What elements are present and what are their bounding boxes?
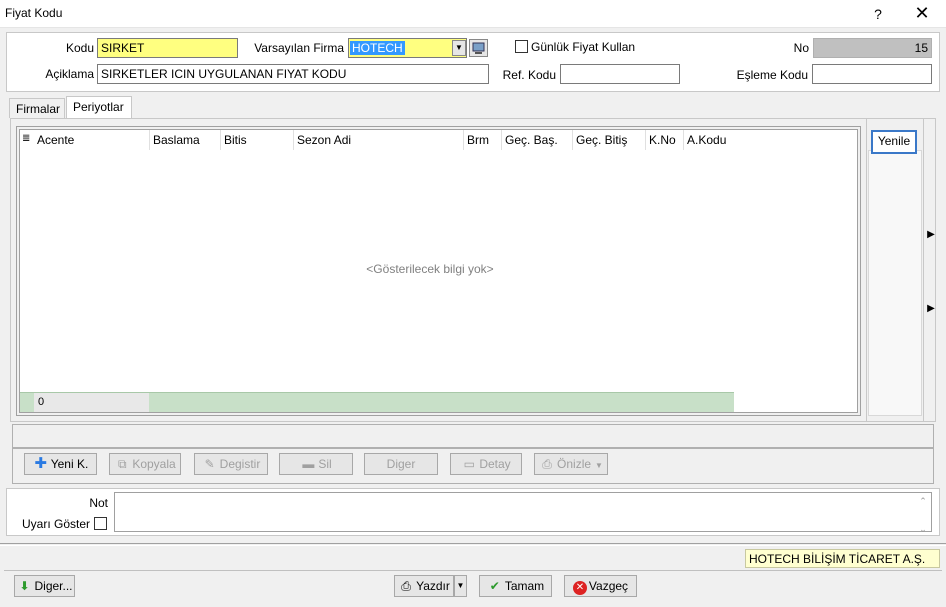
minus-icon: ▬ — [302, 457, 315, 471]
side-panel-inner — [868, 150, 922, 416]
column-header[interactable]: Baslama — [153, 134, 200, 150]
ok-button-label: Tamam — [504, 579, 545, 593]
aciklama-field[interactable]: SIRKETLER ICIN UYGULANAN FIYAT KODU — [97, 64, 489, 84]
kodu-field[interactable]: SIRKET — [97, 38, 238, 58]
column-separator — [501, 130, 502, 150]
column-separator — [149, 130, 150, 150]
varsayilan-firma-label: Varsayılan Firma — [254, 41, 344, 55]
detail-button-label: Detay — [479, 457, 511, 471]
plus-icon: ✚ — [34, 455, 47, 472]
copy-icon: ⧉ — [118, 457, 127, 471]
close-button[interactable]: ✕ — [906, 2, 938, 26]
help-button[interactable]: ? — [866, 2, 890, 26]
no-field: 15 — [813, 38, 932, 58]
aciklama-label: Açiklama — [45, 67, 94, 81]
chevron-right-icon[interactable]: ▶ — [926, 302, 936, 316]
delete-button[interactable]: ▬ Sil — [279, 453, 353, 475]
grid-footer-count: 0 — [34, 393, 149, 412]
other-actions-button[interactable]: Diger — [364, 453, 438, 475]
detail-button[interactable]: ▭ Detay — [450, 453, 522, 475]
edit-button-label: Degistir — [219, 457, 261, 471]
varsayilan-firma-select[interactable]: HOTECH — [348, 38, 467, 58]
column-separator — [293, 130, 294, 150]
edit-button[interactable]: ✎ Degistir — [194, 453, 268, 475]
gunluk-fiyat-checkbox[interactable] — [515, 40, 528, 53]
pencil-icon: ✎ — [204, 457, 215, 471]
column-header[interactable]: Geç. Baş. — [505, 134, 558, 150]
info-strip — [12, 424, 934, 448]
no-label: No — [793, 41, 809, 55]
esleme-kodu-label: Eşleme Kodu — [736, 68, 808, 82]
uyari-label: Uyarı Göster — [21, 517, 90, 531]
column-chooser-icon[interactable]: ≣ — [22, 133, 32, 145]
ref-kodu-field[interactable] — [560, 64, 680, 84]
kodu-label: Kodu — [65, 41, 94, 55]
esleme-kodu-field[interactable] — [812, 64, 932, 84]
column-header[interactable]: Sezon Adi — [297, 134, 351, 150]
tab-firmalar[interactable]: Firmalar — [9, 98, 65, 118]
preview-icon: ⎙ — [542, 457, 552, 471]
column-header[interactable]: Brm — [467, 134, 489, 150]
note-field[interactable] — [114, 492, 932, 532]
lookup-icon — [472, 42, 485, 54]
bottom-bar — [4, 570, 942, 603]
preview-button[interactable]: ⎙ Önizle ▼ — [534, 453, 608, 475]
column-separator — [683, 130, 684, 150]
column-separator — [572, 130, 573, 150]
refresh-button[interactable]: Yenile — [871, 130, 917, 154]
cancel-button[interactable]: ✕ Vazgeç — [564, 575, 637, 597]
other-button-label: Diger... — [34, 579, 73, 593]
column-header[interactable]: Geç. Bitiş — [576, 134, 627, 150]
check-icon: ✔ — [489, 579, 500, 593]
column-separator — [463, 130, 464, 150]
column-header[interactable]: Bitis — [224, 134, 247, 150]
column-header[interactable]: Acente — [37, 134, 74, 150]
folder-icon: ▭ — [463, 457, 475, 471]
note-scrollbar[interactable]: ⌃ ⌄ — [916, 494, 930, 534]
ref-kodu-label: Ref. Kodu — [502, 68, 556, 82]
cancel-button-label: Vazgeç — [588, 579, 629, 593]
new-button-label: Yeni K. — [50, 457, 89, 471]
window-title: Fiyat Kodu — [5, 6, 63, 20]
ok-button[interactable]: ✔ Tamam — [479, 575, 552, 597]
print-button[interactable]: ⎙ Yazdır — [394, 575, 454, 597]
not-label: Not — [89, 496, 108, 510]
column-separator — [220, 130, 221, 150]
copy-button[interactable]: ⧉ Kopyala — [109, 453, 181, 475]
column-header[interactable]: K.No — [649, 134, 676, 150]
print-dropdown-icon[interactable]: ▼ — [454, 575, 467, 597]
dropdown-arrow-icon[interactable]: ▼ — [452, 40, 466, 56]
print-preview-icon: ⎙ — [401, 579, 411, 593]
column-header[interactable]: A.Kodu — [687, 134, 726, 150]
title-bar — [0, 0, 946, 28]
copy-button-label: Kopyala — [132, 457, 176, 471]
company-name: HOTECH BİLİŞİM TİCARET A.Ş. — [745, 549, 940, 568]
empty-message: <Gösterilecek bilgi yok> — [366, 262, 494, 276]
chevron-right-icon[interactable]: ▶ — [926, 228, 936, 242]
varsayilan-firma-value: HOTECH — [350, 41, 405, 55]
arrow-down-icon: ⬇ — [19, 579, 30, 593]
print-button-label: Yazdır — [416, 579, 450, 593]
delete-button-label: Sil — [318, 457, 332, 471]
tab-periyotlar[interactable]: Periyotlar — [66, 96, 132, 118]
new-button[interactable]: ✚ Yeni K. — [24, 453, 97, 475]
preview-button-label: Önizle — [557, 457, 592, 471]
lookup-button[interactable] — [469, 39, 488, 57]
bottom-separator — [0, 543, 946, 546]
dropdown-arrow-icon: ▼ — [595, 461, 603, 470]
cancel-icon: ✕ — [572, 581, 587, 595]
uyari-goster-checkbox[interactable] — [94, 517, 107, 530]
gunluk-fiyat-label: Günlük Fiyat Kullan — [531, 40, 636, 54]
other-button[interactable]: ⬇ Diger... — [14, 575, 75, 597]
column-separator — [645, 130, 646, 150]
